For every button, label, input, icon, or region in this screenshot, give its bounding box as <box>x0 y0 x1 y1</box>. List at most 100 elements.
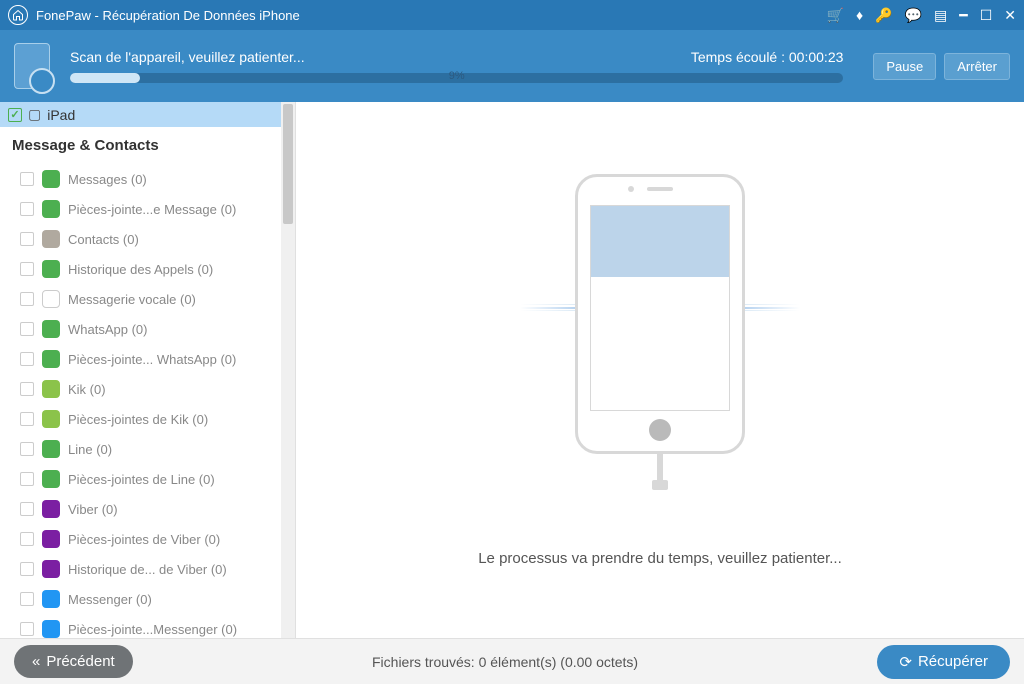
checkbox[interactable] <box>20 262 34 276</box>
progress-percent: 9% <box>70 70 843 82</box>
item-label: Messagerie vocale (0) <box>68 292 196 307</box>
status-text: Fichiers trouvés: 0 élément(s) (0.00 oct… <box>133 654 878 670</box>
diamond-icon[interactable]: ♦ <box>856 7 863 23</box>
checkbox[interactable] <box>20 382 34 396</box>
scan-message: Scan de l'appareil, veuillez patienter..… <box>70 49 305 65</box>
scrollbar-track[interactable] <box>281 102 295 638</box>
list-item[interactable]: WhatsApp (0) <box>20 314 291 344</box>
feedback-icon[interactable]: ▤ <box>934 7 947 24</box>
home-icon[interactable] <box>8 5 28 25</box>
device-row[interactable]: ✓ ▢ iPad <box>0 102 295 127</box>
titlebar: FonePaw - Récupération De Données iPhone… <box>0 0 1024 30</box>
app-icon <box>42 530 60 548</box>
checkbox[interactable] <box>20 322 34 336</box>
phone-illustration <box>575 174 745 454</box>
item-label: Pièces-jointe...Messenger (0) <box>68 622 237 637</box>
app-icon <box>42 230 60 248</box>
device-name: iPad <box>47 107 75 123</box>
elapsed-time: Temps écoulé : 00:00:23 <box>691 49 844 65</box>
item-label: Historique des Appels (0) <box>68 262 213 277</box>
sidebar: ✓ ▢ iPad Message & Contacts Messages (0)… <box>0 102 296 638</box>
pause-button[interactable]: Pause <box>873 53 936 80</box>
item-label: Historique de... de Viber (0) <box>68 562 227 577</box>
chat-icon[interactable]: 💬 <box>905 7 922 24</box>
app-icon <box>42 320 60 338</box>
app-icon <box>42 560 60 578</box>
content-area: Le processus va prendre du temps, veuill… <box>296 102 1024 638</box>
stop-button[interactable]: Arrêter <box>944 53 1010 80</box>
checkbox[interactable] <box>20 412 34 426</box>
checkbox[interactable] <box>20 562 34 576</box>
app-icon <box>42 440 60 458</box>
checkbox[interactable] <box>20 172 34 186</box>
app-icon <box>42 260 60 278</box>
item-label: Pièces-jointe...e Message (0) <box>68 202 236 217</box>
app-icon <box>42 590 60 608</box>
list-item[interactable]: Pièces-jointes de Kik (0) <box>20 404 291 434</box>
app-icon <box>42 410 60 428</box>
list-item[interactable]: Messages (0) <box>20 164 291 194</box>
list-item[interactable]: Kik (0) <box>20 374 291 404</box>
chevron-left-icon: « <box>32 653 40 670</box>
app-icon <box>42 200 60 218</box>
checkbox[interactable] <box>20 232 34 246</box>
list-item[interactable]: Pièces-jointe...e Message (0) <box>20 194 291 224</box>
progress-bar: 9% <box>70 73 843 83</box>
minimize-icon[interactable]: ━ <box>959 7 967 24</box>
device-icon <box>14 43 50 89</box>
previous-button[interactable]: « Précédent <box>14 645 133 678</box>
cart-icon[interactable]: 🛒 <box>827 7 844 24</box>
item-label: Contacts (0) <box>68 232 139 247</box>
item-label: Messenger (0) <box>68 592 152 607</box>
list-item[interactable]: Messenger (0) <box>20 584 291 614</box>
app-title: FonePaw - Récupération De Données iPhone <box>36 8 827 23</box>
item-label: Kik (0) <box>68 382 106 397</box>
checkbox[interactable] <box>20 532 34 546</box>
item-label: Pièces-jointe... WhatsApp (0) <box>68 352 236 367</box>
app-icon <box>42 290 60 308</box>
section-title: Message & Contacts <box>0 127 295 164</box>
close-icon[interactable]: ✕ <box>1004 7 1016 24</box>
list-item[interactable]: Pièces-jointes de Line (0) <box>20 464 291 494</box>
item-label: Pièces-jointes de Viber (0) <box>68 532 220 547</box>
plug-icon <box>652 480 668 490</box>
cable-icon <box>657 452 663 482</box>
checkbox[interactable] <box>20 442 34 456</box>
device-checkbox[interactable]: ✓ <box>8 108 22 122</box>
app-icon <box>42 500 60 518</box>
list-item[interactable]: Historique des Appels (0) <box>20 254 291 284</box>
list-item[interactable]: Messagerie vocale (0) <box>20 284 291 314</box>
checkbox[interactable] <box>20 592 34 606</box>
checkbox[interactable] <box>20 202 34 216</box>
process-message: Le processus va prendre du temps, veuill… <box>478 550 842 567</box>
list-item[interactable]: Pièces-jointe...Messenger (0) <box>20 614 291 638</box>
list-item[interactable]: Line (0) <box>20 434 291 464</box>
item-label: Pièces-jointes de Kik (0) <box>68 412 208 427</box>
item-label: Viber (0) <box>68 502 118 517</box>
item-label: Line (0) <box>68 442 112 457</box>
list-item[interactable]: Contacts (0) <box>20 224 291 254</box>
list-item[interactable]: Historique de... de Viber (0) <box>20 554 291 584</box>
recover-button[interactable]: ⟳ Récupérer <box>877 645 1010 679</box>
key-icon[interactable]: 🔑 <box>875 7 892 24</box>
item-label: WhatsApp (0) <box>68 322 147 337</box>
app-icon <box>42 620 60 638</box>
checkbox[interactable] <box>20 502 34 516</box>
previous-label: Précédent <box>46 653 114 670</box>
item-label: Pièces-jointes de Line (0) <box>68 472 215 487</box>
checkbox[interactable] <box>20 622 34 636</box>
checkbox[interactable] <box>20 472 34 486</box>
checkbox[interactable] <box>20 352 34 366</box>
recover-label: Récupérer <box>918 653 988 670</box>
tablet-icon: ▢ <box>28 106 41 123</box>
scrollbar-thumb[interactable] <box>283 104 293 224</box>
refresh-icon: ⟳ <box>899 653 912 671</box>
maximize-icon[interactable]: ☐ <box>980 7 993 24</box>
list-item[interactable]: Pièces-jointes de Viber (0) <box>20 524 291 554</box>
checkbox[interactable] <box>20 292 34 306</box>
app-icon <box>42 380 60 398</box>
list-item[interactable]: Viber (0) <box>20 494 291 524</box>
list-item[interactable]: Pièces-jointe... WhatsApp (0) <box>20 344 291 374</box>
app-icon <box>42 170 60 188</box>
scan-header: Scan de l'appareil, veuillez patienter..… <box>0 30 1024 102</box>
